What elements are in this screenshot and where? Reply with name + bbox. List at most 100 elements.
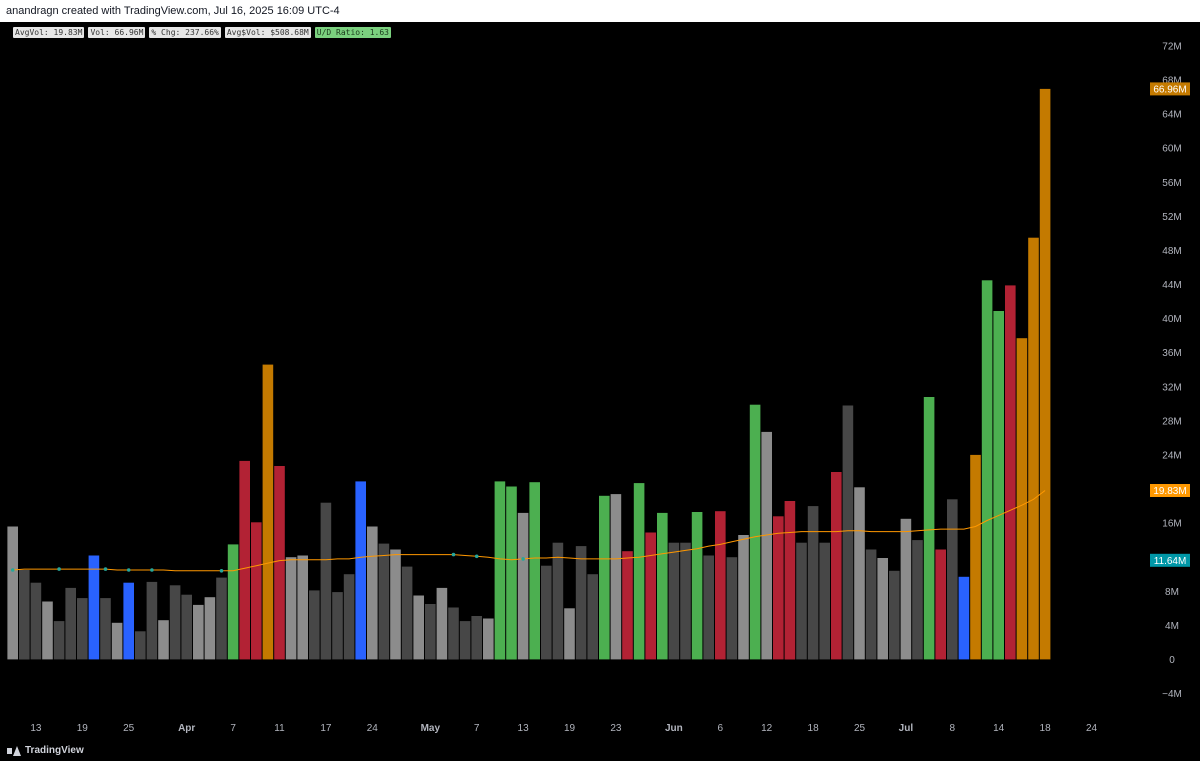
time-axis-tick-label: Apr <box>178 723 195 734</box>
volume-bar <box>401 566 413 660</box>
volume-bar <box>158 620 169 660</box>
volume-bar <box>483 618 494 660</box>
volume-bar <box>30 582 42 660</box>
volume-bar <box>193 604 204 660</box>
time-axis-tick-label: 18 <box>1040 723 1052 734</box>
volume-bar <box>227 544 239 660</box>
volume-bar <box>865 549 877 660</box>
volume-bar <box>285 557 297 660</box>
moving-average-dot <box>150 568 154 572</box>
volume-bar <box>761 431 772 660</box>
legend-ud-ratio: U/D Ratio: 1.63 <box>314 27 391 38</box>
price-axis-tick-label: 0 <box>1169 655 1175 666</box>
volume-bar <box>552 542 564 660</box>
tradingview-logo-text: TradingView <box>25 745 84 756</box>
chart-footer: TradingView <box>0 740 1200 761</box>
volume-bar <box>575 546 587 660</box>
volume-bar <box>1039 88 1051 660</box>
volume-bar <box>297 555 308 660</box>
price-axis-value-label-text: 19.83M <box>1153 486 1186 497</box>
price-axis-tick-label: 28M <box>1162 416 1181 427</box>
price-axis-tick-label: 36M <box>1162 348 1181 359</box>
volume-bar <box>274 466 285 660</box>
moving-average-dot <box>10 568 15 572</box>
volume-bar <box>784 501 796 660</box>
volume-bar <box>181 594 192 660</box>
volume-bar <box>819 542 830 660</box>
volume-bar <box>1028 237 1039 660</box>
price-axis-tick-label: 40M <box>1162 314 1181 325</box>
price-axis-tick-label: 60M <box>1162 144 1181 155</box>
volume-bar <box>622 551 633 660</box>
volume-bar <box>715 511 726 660</box>
price-axis-value-label-text: 11.64M <box>1154 556 1187 567</box>
volume-bar <box>564 608 575 660</box>
volume-bar <box>633 483 645 660</box>
time-axis-tick-label: 24 <box>1086 723 1098 734</box>
price-axis-value-label: 11.64M <box>1150 553 1190 567</box>
volume-bar <box>947 499 958 660</box>
volume-bar <box>517 512 529 660</box>
volume-bar <box>42 601 53 660</box>
moving-average-line <box>12 490 1046 572</box>
time-axis-tick-label: 19 <box>564 723 576 734</box>
time-axis-tick-label: 25 <box>854 723 866 734</box>
volume-bar <box>749 404 761 660</box>
volume-bar <box>65 587 76 660</box>
moving-average-dot <box>451 552 456 557</box>
legend-avgvol: AvgVol: 19.83M <box>13 27 85 38</box>
time-axis-tick-label: 14 <box>993 723 1005 734</box>
volume-bar <box>506 486 517 660</box>
volume-bar <box>1016 338 1028 660</box>
volume-bar <box>77 598 88 660</box>
time-axis-tick-label: 17 <box>320 723 332 734</box>
volume-bar <box>541 565 552 660</box>
volume-bar <box>390 549 401 660</box>
time-axis-tick-label: 12 <box>761 723 773 734</box>
price-axis-tick-label: 72M <box>1162 42 1181 53</box>
time-axis-tick-label: 13 <box>30 723 42 734</box>
price-axis-tick-label: 52M <box>1162 212 1181 223</box>
volume-bar <box>703 555 714 660</box>
time-axis-ticks: 13 19 25 Apr 7 11 17 24 May 7 13 19 23 Jun 6 12 18 25 Jul 8… <box>30 723 1097 734</box>
volume-bar <box>680 542 691 660</box>
time-axis-tick-label: Jun <box>665 723 683 734</box>
moving-average-dot <box>219 569 224 573</box>
time-axis-tick-label: May <box>421 723 441 734</box>
volume-bar <box>958 576 970 660</box>
volume-chart-svg: 72M 6 8M 64M 60M 56M 52M 48M 44M 40M 36M 32M 28M 24M 2… <box>7 42 1190 734</box>
volume-bar <box>912 540 923 660</box>
volume-bar <box>738 535 749 660</box>
price-axis-tick-label: 32M <box>1162 382 1181 393</box>
volume-bar <box>425 604 436 660</box>
volume-bar <box>146 581 158 660</box>
time-axis-tick-label: 24 <box>367 723 379 734</box>
volume-bar <box>309 590 320 660</box>
volume-bar <box>529 482 540 660</box>
volume-bar <box>320 502 332 660</box>
time-axis-tick-label: 23 <box>610 723 622 734</box>
time-axis-tick-label: 7 <box>230 723 236 734</box>
price-axis-tick-label: 4M <box>1165 621 1179 632</box>
volume-bar <box>889 570 900 660</box>
time-axis-tick-label: 13 <box>518 723 530 734</box>
volume-bar <box>378 543 390 660</box>
volume-bar <box>239 460 250 660</box>
volume-bar <box>367 526 378 660</box>
volume-bar <box>773 516 784 660</box>
tradingview-logo[interactable]: TradingView <box>7 742 84 760</box>
volume-bar <box>88 555 100 660</box>
volume-bar <box>923 397 935 660</box>
price-axis-tick-label: −4M <box>1162 689 1182 700</box>
volume-bar <box>993 311 1004 660</box>
volume-bar <box>332 592 343 660</box>
volume-bar <box>251 522 262 660</box>
volume-bar <box>657 512 668 660</box>
price-axis-tick-label: 16M <box>1162 519 1181 530</box>
tradingview-logo-icon <box>7 746 21 756</box>
time-axis-tick-label: 11 <box>274 723 285 734</box>
volume-bar <box>413 595 424 660</box>
time-axis-tick-label: 6 <box>718 723 724 734</box>
price-axis-value-label: 19.83M <box>1150 484 1190 497</box>
time-axis-tick-label: Jul <box>899 723 914 734</box>
